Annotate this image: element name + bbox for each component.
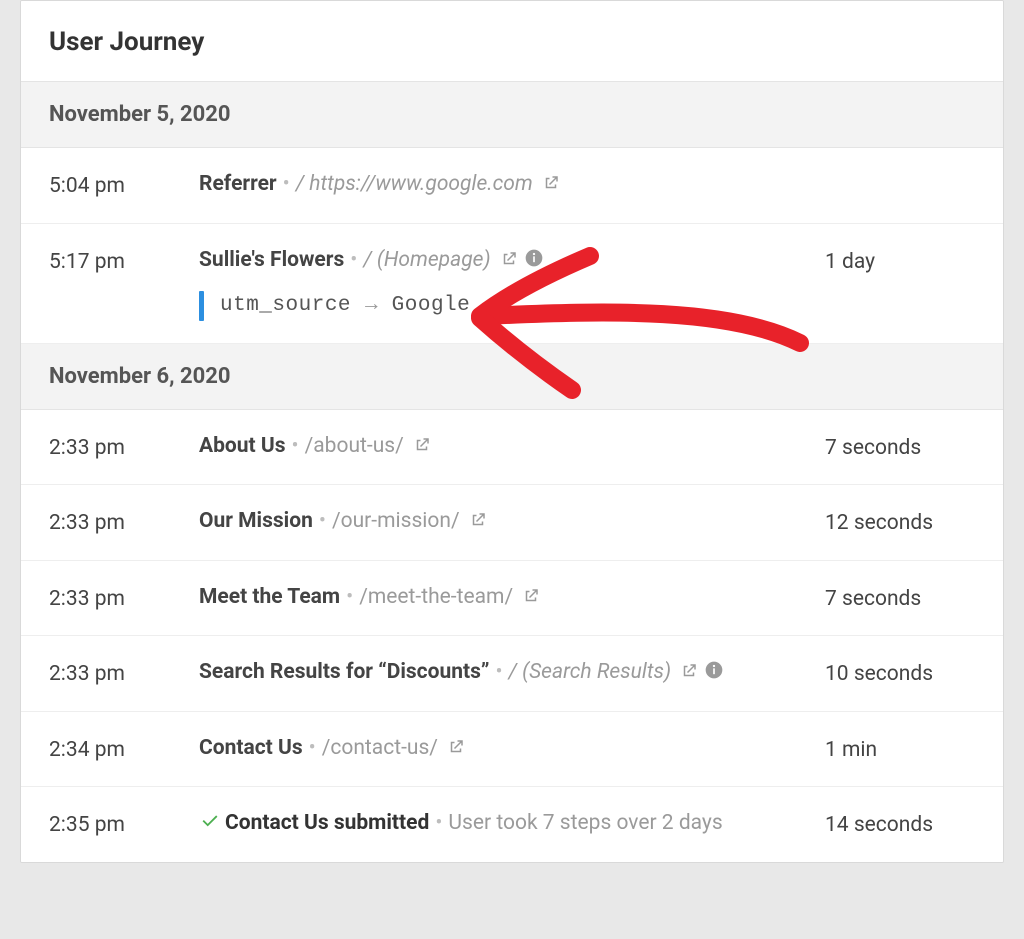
row-title: Contact Us submitted [225,811,429,835]
row-time: 2:33 pm [49,505,199,540]
row-path: /contact-us/ [322,736,438,760]
row-title: Contact Us [199,736,303,760]
row-path: /meet-the-team/ [359,585,513,609]
row-title: Referrer [199,172,277,196]
panel-title: User Journey [21,1,1003,82]
external-link-icon[interactable] [413,436,431,454]
row-duration: 1 day [825,244,975,279]
row-title: Search Results for “Discounts” [199,660,489,684]
journey-row: 2:33 pmAbout Us•/about-us/ 7 seconds [21,410,1003,486]
row-time: 5:04 pm [49,168,199,203]
row-time: 2:35 pm [49,807,199,842]
utm-block: utm_source→Google [199,290,805,323]
external-link-icon[interactable] [500,250,518,268]
row-main: Contact Us submitted•User took 7 steps o… [199,807,825,840]
row-time: 2:34 pm [49,732,199,767]
journey-row: 2:33 pmSearch Results for “Discounts”•/ … [21,636,1003,712]
separator-dot: • [429,811,448,835]
external-link-icon[interactable] [542,174,560,192]
row-main: Meet the Team•/meet-the-team/ [199,581,825,614]
info-icon[interactable] [704,660,724,680]
row-time: 2:33 pm [49,581,199,616]
user-journey-panel: User Journey November 5, 20205:04 pmRefe… [20,0,1004,863]
row-duration: 1 min [825,732,975,767]
row-duration: 12 seconds [825,505,975,540]
row-title: About Us [199,434,286,458]
row-path: User took 7 steps over 2 days [448,811,722,835]
utm-key: utm_source [220,290,351,323]
journey-row: 2:33 pmMeet the Team•/meet-the-team/ 7 s… [21,561,1003,637]
separator-dot: • [277,172,296,196]
date-header: November 6, 2020 [21,344,1003,410]
row-main: Search Results for “Discounts”•/ (Search… [199,656,825,689]
row-time: 2:33 pm [49,656,199,691]
row-path: / (Search Results) [509,660,672,684]
arrow-right-icon: → [351,290,392,323]
row-main: Our Mission•/our-mission/ [199,505,825,538]
external-link-icon[interactable] [680,662,698,680]
check-icon [199,809,225,831]
row-main: Sullie's Flowers•/ (Homepage) utm_source… [199,244,825,323]
separator-dot: • [340,585,359,609]
row-duration: 14 seconds [825,807,975,842]
external-link-icon[interactable] [447,738,465,756]
row-time: 2:33 pm [49,430,199,465]
row-main: Contact Us•/contact-us/ [199,732,825,765]
utm-indicator-bar [199,291,204,321]
row-duration [825,168,975,170]
journey-row: 2:34 pmContact Us•/contact-us/ 1 min [21,712,1003,788]
row-path: / (Homepage) [363,248,490,272]
row-duration: 7 seconds [825,581,975,616]
info-icon[interactable] [524,248,544,268]
row-duration: 10 seconds [825,656,975,691]
separator-dot: • [489,660,508,684]
utm-value: Google [392,290,471,323]
journey-row: 2:35 pmContact Us submitted•User took 7 … [21,787,1003,862]
external-link-icon[interactable] [469,511,487,529]
separator-dot: • [286,434,305,458]
journey-row: 2:33 pmOur Mission•/our-mission/ 12 seco… [21,485,1003,561]
row-path: / https://www.google.com [296,172,533,196]
separator-dot: • [303,736,322,760]
row-title: Our Mission [199,509,313,533]
row-main: Referrer•/ https://www.google.com [199,168,825,201]
row-title: Meet the Team [199,585,340,609]
row-title: Sullie's Flowers [199,248,344,272]
row-path: /about-us/ [305,434,404,458]
separator-dot: • [344,248,363,272]
separator-dot: • [313,509,332,533]
row-time: 5:17 pm [49,244,199,279]
journey-row: 5:04 pmReferrer•/ https://www.google.com [21,148,1003,224]
date-header: November 5, 2020 [21,82,1003,148]
row-duration: 7 seconds [825,430,975,465]
row-main: About Us•/about-us/ [199,430,825,463]
row-path: /our-mission/ [332,509,460,533]
journey-row: 5:17 pmSullie's Flowers•/ (Homepage) utm… [21,224,1003,344]
external-link-icon[interactable] [522,587,540,605]
